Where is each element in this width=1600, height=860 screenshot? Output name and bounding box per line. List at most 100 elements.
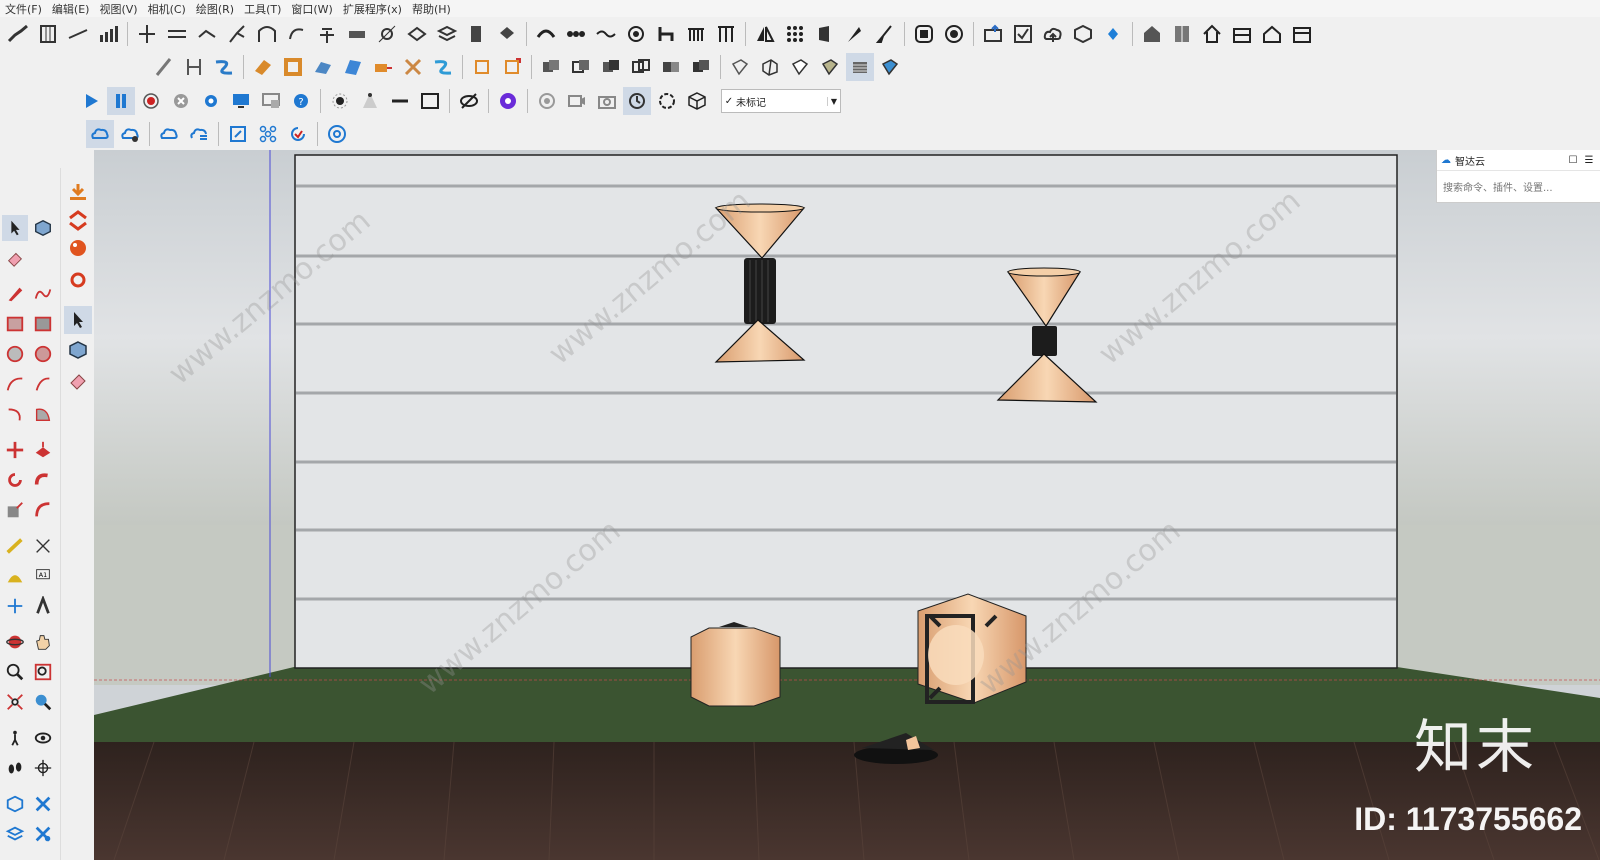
sync-icon[interactable] (1099, 20, 1127, 48)
network-icon[interactable] (254, 120, 282, 148)
previous-view-icon[interactable] (30, 689, 56, 715)
push-icon[interactable] (369, 53, 397, 81)
move-icon[interactable] (2, 437, 28, 463)
stop-icon[interactable] (167, 87, 195, 115)
menu-help[interactable]: 帮助(H) (407, 1, 456, 17)
circle-icon[interactable] (2, 341, 28, 367)
roof-icon[interactable] (1258, 20, 1286, 48)
grid-layer-icon[interactable] (403, 20, 431, 48)
corner-move-icon[interactable] (498, 53, 526, 81)
resize-icon[interactable] (224, 120, 252, 148)
record-icon[interactable] (137, 87, 165, 115)
rotated-rectangle-icon[interactable] (30, 311, 56, 337)
hide-icon[interactable] (455, 87, 483, 115)
section-fill-icon[interactable] (2, 821, 28, 847)
rectangle-icon[interactable] (2, 311, 28, 337)
paint-icon[interactable] (493, 20, 521, 48)
arch-icon[interactable] (253, 20, 281, 48)
maximize-icon[interactable]: ☐ (1565, 155, 1581, 166)
light-rect-icon[interactable] (416, 87, 444, 115)
timer-icon[interactable] (623, 87, 651, 115)
camera-icon[interactable] (593, 87, 621, 115)
chain-icon[interactable] (562, 20, 590, 48)
pan-icon[interactable] (30, 629, 56, 655)
palette-icon[interactable] (64, 234, 92, 262)
tree-icon[interactable] (313, 20, 341, 48)
pipe-icon[interactable] (429, 53, 457, 81)
monitor-icon[interactable] (227, 87, 255, 115)
beam-icon[interactable] (163, 20, 191, 48)
menu-view[interactable]: 视图(V) (94, 1, 142, 17)
pause-icon[interactable] (107, 87, 135, 115)
checkbox-icon[interactable] (1009, 20, 1037, 48)
cloud-list-icon[interactable] (185, 120, 213, 148)
chair-icon[interactable] (652, 20, 680, 48)
axis-icon[interactable] (133, 20, 161, 48)
door-icon[interactable] (463, 20, 491, 48)
axes-icon[interactable] (2, 593, 28, 619)
pencil-icon[interactable] (2, 281, 28, 307)
wall-icon[interactable] (34, 20, 62, 48)
tape-icon[interactable] (2, 533, 28, 559)
material-ball-icon[interactable] (940, 20, 968, 48)
style-wireframe-icon[interactable] (756, 53, 784, 81)
cabinet-icon[interactable] (1168, 20, 1196, 48)
followme-icon[interactable] (30, 467, 56, 493)
corner-icon[interactable] (468, 53, 496, 81)
section-cut-icon[interactable] (30, 821, 56, 847)
box-settings-icon[interactable] (1069, 20, 1097, 48)
swap-icon[interactable] (64, 206, 92, 234)
house-3d-icon[interactable] (1138, 20, 1166, 48)
trim-icon[interactable] (399, 53, 427, 81)
cloud-settings-icon[interactable] (116, 120, 144, 148)
rotate-target-icon[interactable] (533, 87, 561, 115)
video-icon[interactable] (563, 87, 591, 115)
command-search-input[interactable] (1441, 175, 1600, 201)
orbit-icon[interactable] (2, 629, 28, 655)
rotate-icon[interactable] (2, 467, 28, 493)
style-xray-icon[interactable] (726, 53, 754, 81)
stack-icon[interactable] (433, 20, 461, 48)
solid-intersect-icon[interactable] (597, 53, 625, 81)
light-spot-icon[interactable] (356, 87, 384, 115)
curve-icon[interactable] (283, 20, 311, 48)
model-viewport[interactable]: www.znzmo.com www.znzmo.com www.znzmo.co… (94, 150, 1600, 860)
solid-union-icon[interactable] (537, 53, 565, 81)
zoom-window-icon[interactable] (30, 659, 56, 685)
tag-selector[interactable]: ✓ 未标记 ▼ (721, 89, 841, 113)
select-icon[interactable] (2, 215, 28, 241)
chevron-down-icon[interactable]: ▼ (827, 96, 840, 106)
footprints-icon[interactable] (2, 755, 28, 781)
dimension-icon[interactable] (180, 53, 208, 81)
railing-icon[interactable] (682, 20, 710, 48)
flower-icon[interactable] (653, 87, 681, 115)
menu-draw[interactable]: 绘图(R) (191, 1, 239, 17)
mirror-icon[interactable] (751, 20, 779, 48)
menu-icon[interactable]: ☰ (1581, 155, 1597, 166)
home-icon[interactable] (1198, 20, 1226, 48)
polygon-icon[interactable] (30, 341, 56, 367)
fold-icon[interactable] (193, 20, 221, 48)
panel-icon[interactable] (811, 20, 839, 48)
freehand-icon[interactable] (30, 281, 56, 307)
stair-icon[interactable] (4, 20, 32, 48)
zoom-icon[interactable] (2, 659, 28, 685)
line-tool-icon[interactable] (64, 20, 92, 48)
slab-icon[interactable] (343, 20, 371, 48)
menu-file[interactable]: 文件(F) (0, 1, 47, 17)
solid-trim-icon[interactable] (627, 53, 655, 81)
hood-icon[interactable] (532, 20, 560, 48)
flow-icon[interactable] (210, 53, 238, 81)
render-icon[interactable] (494, 87, 522, 115)
solid-outer-icon[interactable] (687, 53, 715, 81)
section-display-icon[interactable] (30, 791, 56, 817)
light-line-icon[interactable] (386, 87, 414, 115)
zoom-extents-icon[interactable] (2, 689, 28, 715)
arc-3pt-icon[interactable] (2, 401, 28, 427)
3d-text-icon[interactable] (30, 593, 56, 619)
sweep-icon[interactable] (309, 53, 337, 81)
help-icon[interactable]: ? (287, 87, 315, 115)
text-icon[interactable]: A1 (30, 563, 56, 589)
spiral-icon[interactable] (622, 20, 650, 48)
pie-icon[interactable] (30, 401, 56, 427)
